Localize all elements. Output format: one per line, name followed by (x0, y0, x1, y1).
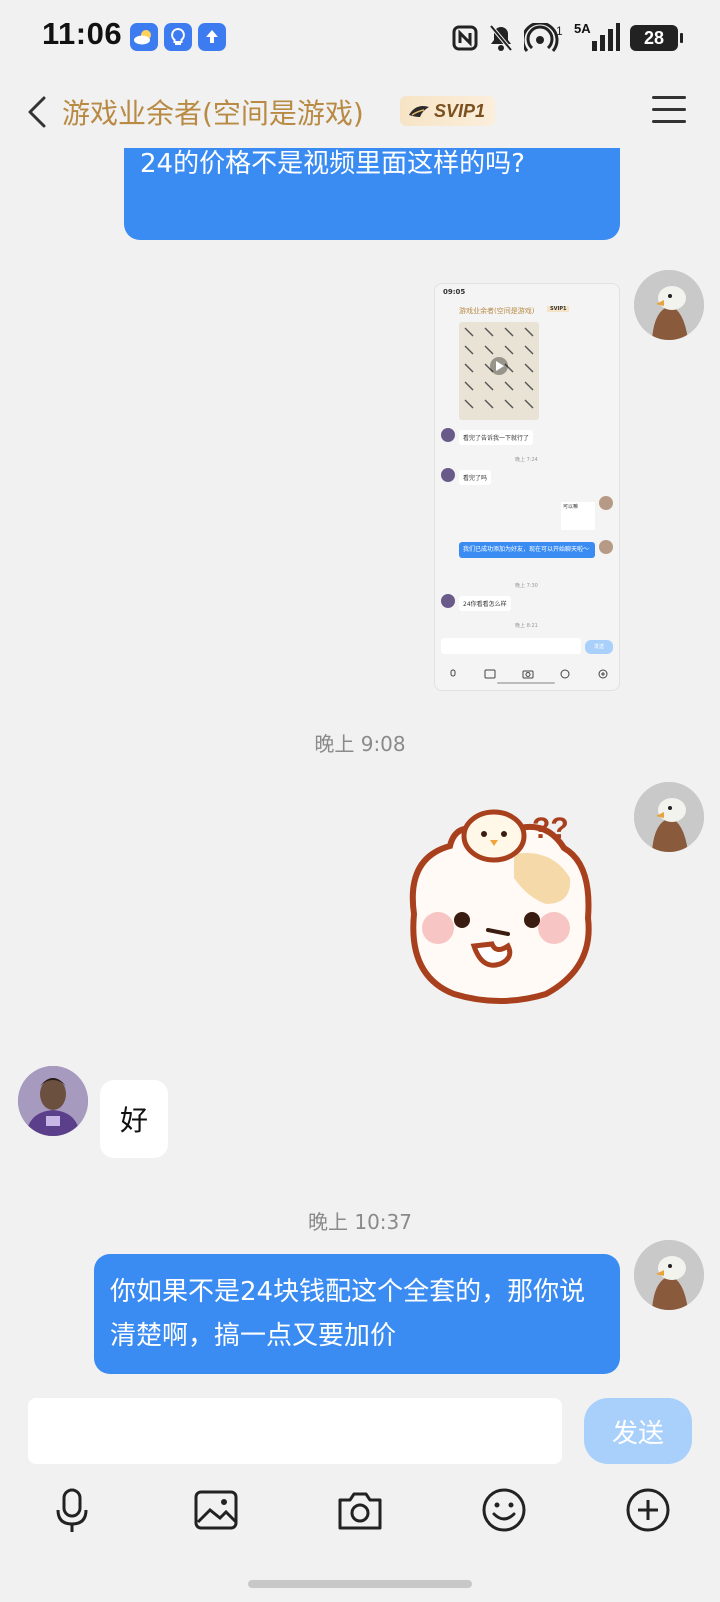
timestamp: 晚上 10:37 (308, 1210, 412, 1234)
chat-header: 游戏业余者(空间是游戏) SVIP1 (0, 76, 720, 148)
my-avatar[interactable] (634, 782, 704, 852)
input-bar: 发送 (0, 1388, 720, 1602)
my-avatar[interactable] (634, 1240, 704, 1310)
mini-send: 发送 (585, 640, 613, 654)
chat-title[interactable]: 游戏业余者(空间是游戏) (62, 92, 364, 132)
smiley-icon (482, 1488, 526, 1532)
mini-avatar (441, 468, 455, 482)
my-avatar[interactable] (634, 270, 704, 340)
incoming-message[interactable]: 好 (100, 1080, 168, 1158)
hamster-sticker[interactable]: ?? (396, 808, 606, 1008)
status-bar: 11:06 1 5A 28 (0, 0, 720, 76)
microphone-icon (56, 1488, 88, 1532)
mini-avatar (441, 594, 455, 608)
hotspot-icon: 1 (524, 23, 563, 52)
status-time: 11:06 (42, 16, 123, 51)
mini-msg-1: 看完了告诉我一下就行了 (459, 430, 534, 445)
svg-text:??: ?? (532, 812, 569, 845)
camera-button[interactable] (334, 1484, 386, 1536)
status-right: 1 5A 28 (452, 20, 683, 56)
mini-ts-2: 晚上 7:30 (515, 583, 538, 589)
signal-icon: 5A (574, 21, 620, 53)
mini-msg-4: 24你看看怎么样 (459, 596, 511, 611)
home-indicator (248, 1580, 472, 1588)
contact-avatar[interactable] (18, 1066, 88, 1136)
back-button[interactable] (20, 92, 60, 132)
outgoing-message[interactable]: 你如果不是24块钱配这个全套的，那你说清楚啊，搞一点又要加价 (94, 1254, 620, 1374)
weather-app-icon (130, 23, 158, 51)
svip-badge[interactable]: SVIP1 (400, 96, 496, 126)
bulb-app-icon (164, 23, 192, 51)
gallery-button[interactable] (190, 1484, 242, 1536)
message-input[interactable] (28, 1398, 562, 1464)
timestamp: 晚上 9:08 (314, 732, 406, 756)
plus-circle-icon (626, 1488, 670, 1532)
emoji-button[interactable] (478, 1484, 530, 1536)
svip-label: SVIP1 (434, 100, 486, 121)
chevron-left-icon (28, 96, 46, 128)
mini-toolbar (449, 664, 609, 679)
message-text: 24的价格不是视频里面这样的吗? (140, 149, 525, 179)
mini-ts-1: 晚上 7:24 (515, 457, 538, 463)
nfc-icon (452, 25, 478, 51)
mini-msg-2: 看完了吗 (459, 470, 492, 485)
mute-bell-icon (489, 24, 513, 52)
upload-app-icon (198, 23, 226, 51)
mini-avatar (599, 496, 613, 510)
voice-button[interactable] (46, 1484, 98, 1536)
svg-text:1: 1 (556, 24, 563, 38)
battery-indicator: 28 (630, 25, 683, 51)
image-icon (194, 1490, 238, 1530)
menu-button[interactable] (652, 96, 686, 126)
mini-msg-3: 我们已成功添加为好友，现在可以开始聊天啦～ (459, 542, 595, 558)
outgoing-message[interactable]: 24的价格不是视频里面这样的吗? (124, 148, 620, 240)
mini-input (441, 638, 581, 654)
mini-title: 游戏业余者(空间是游戏) (459, 307, 535, 315)
mini-homebar (497, 682, 555, 684)
mini-time: 09:05 (443, 288, 466, 296)
chat-scroll[interactable]: 24的价格不是视频里面这样的吗? 09:05 游戏业余者(空间是游戏) SVIP… (0, 148, 720, 1388)
mini-sticker: 可以嘛 (561, 502, 595, 530)
more-button[interactable] (622, 1484, 674, 1536)
send-button[interactable]: 发送 (584, 1398, 692, 1464)
camera-icon (338, 1492, 382, 1530)
mini-ts-3: 晚上 8:21 (515, 623, 538, 629)
mini-avatar (441, 428, 455, 442)
screenshot-image[interactable]: 09:05 游戏业余者(空间是游戏) SVIP1 看完了告诉我一下就行了 晚上 … (434, 283, 620, 691)
svip-bird-icon (409, 106, 429, 117)
mini-badge: SVIP1 (547, 306, 570, 312)
mini-item-grid (459, 322, 539, 420)
mini-avatar (599, 540, 613, 554)
